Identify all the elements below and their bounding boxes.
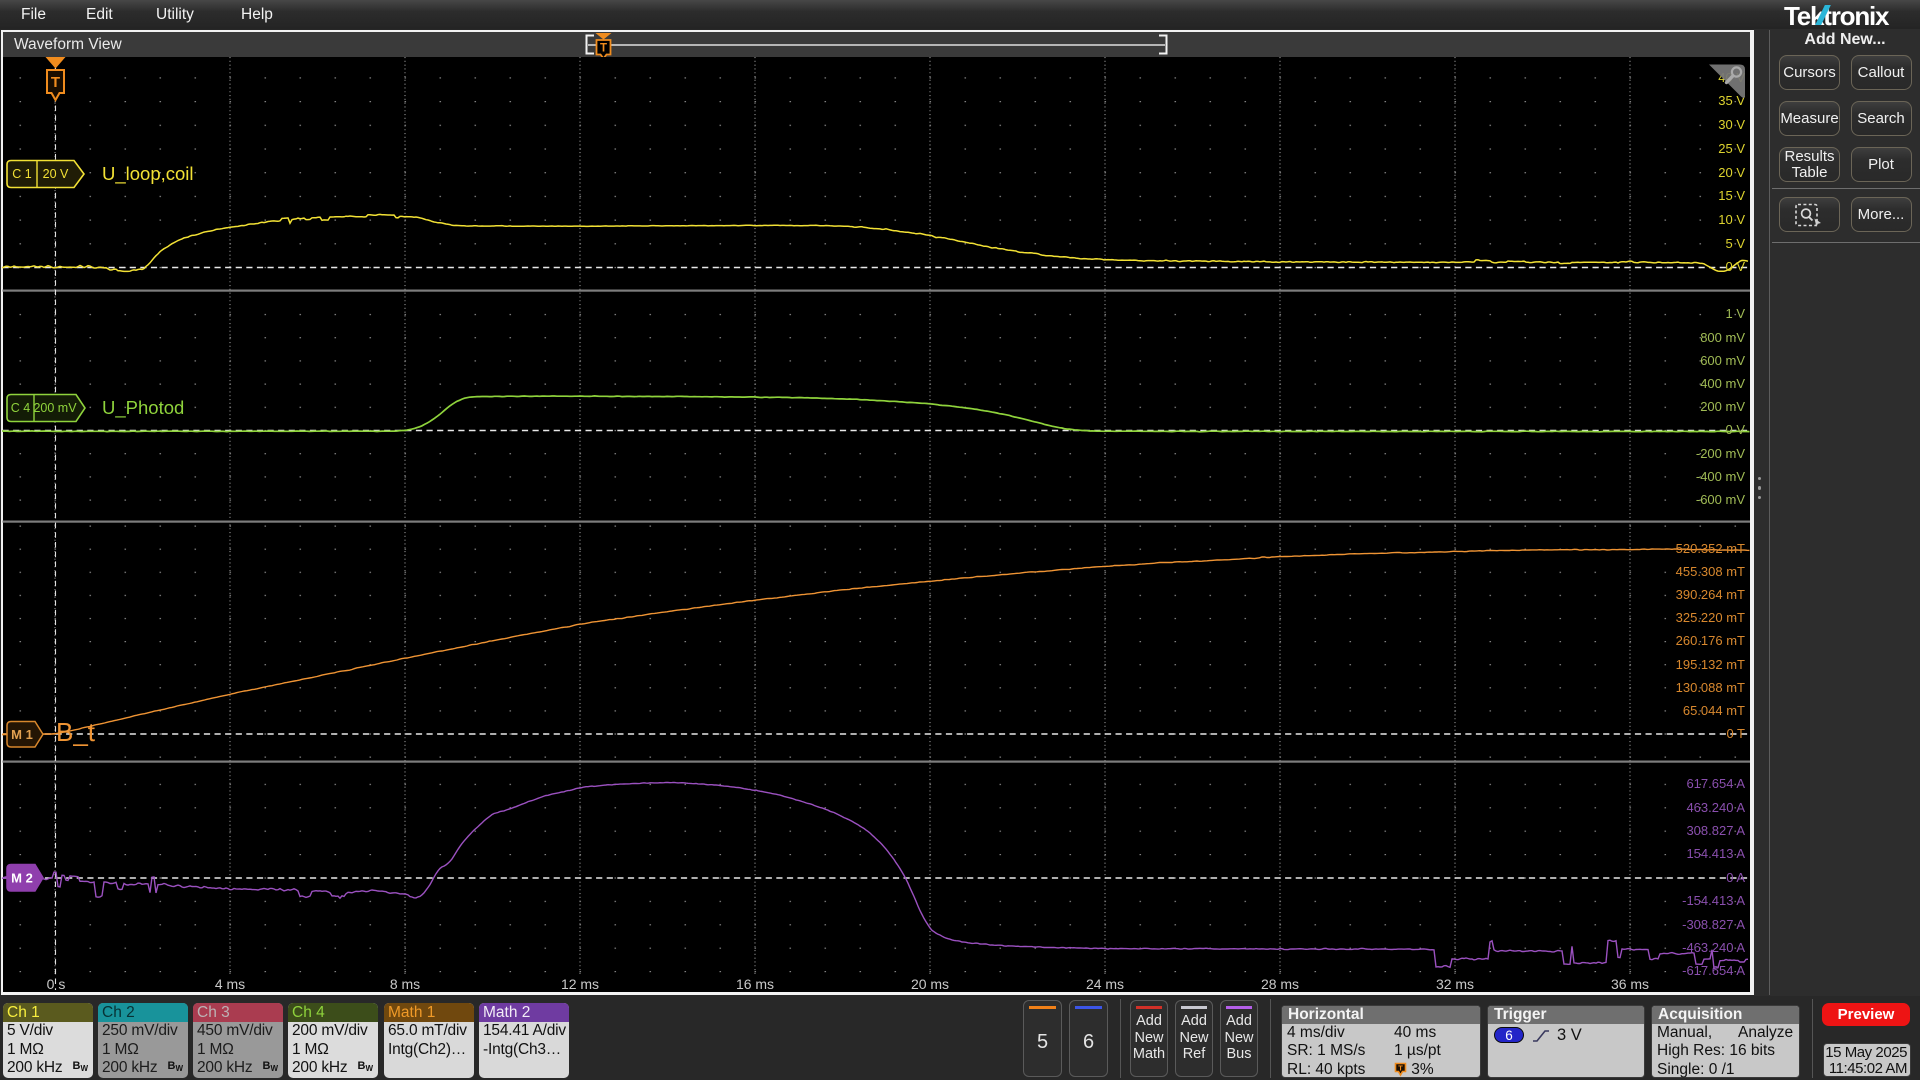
svg-text:M 1: M 1: [11, 727, 33, 742]
svg-text:C 4: C 4: [11, 401, 31, 415]
svg-text:T: T: [1398, 1063, 1403, 1072]
svg-text:T: T: [51, 74, 60, 91]
svg-text:20 V: 20 V: [43, 167, 69, 181]
svg-text:C 1: C 1: [12, 167, 32, 181]
svg-text:200 mV: 200 mV: [33, 401, 77, 415]
svg-text:M 2: M 2: [11, 870, 33, 885]
